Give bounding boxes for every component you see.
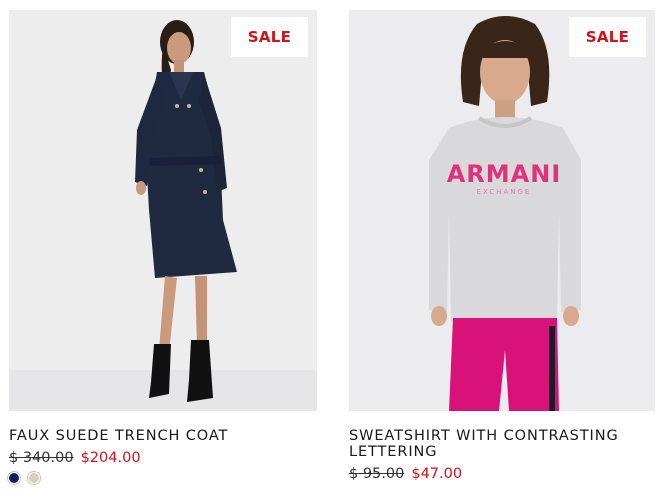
product-title[interactable]: FAUX SUEDE TRENCH COAT	[9, 428, 317, 444]
product-card-trench-coat[interactable]: SALE FAUX SUEDE TRENCH COAT $ 340.00 $204…	[9, 10, 317, 483]
trench-coat-model-illustration	[9, 10, 317, 411]
product-card-sweatshirt[interactable]: ARMANI EXCHANGE SALE SWEATSHIRT WITH CON…	[349, 10, 655, 483]
product-image-trench-coat[interactable]: SALE	[9, 10, 317, 411]
product-image-sweatshirt[interactable]: ARMANI EXCHANGE SALE	[349, 10, 655, 411]
product-price: $ 340.00 $204.00	[9, 449, 317, 467]
sale-badge: SALE	[569, 17, 646, 57]
sale-price: $47.00	[411, 466, 463, 482]
color-swatch-beige[interactable]	[29, 473, 39, 483]
sale-badge: SALE	[231, 17, 308, 57]
sweatshirt-model-illustration: ARMANI EXCHANGE	[349, 10, 655, 411]
original-price: $ 95.00	[349, 466, 405, 482]
sale-price: $204.00	[80, 450, 141, 466]
product-title[interactable]: SWEATSHIRT WITH CONTRASTING LETTERING	[349, 428, 655, 460]
sweatshirt-print-text: ARMANI	[447, 160, 562, 188]
original-price: $ 340.00	[9, 450, 74, 466]
color-swatches	[9, 473, 317, 483]
product-price: $ 95.00 $47.00	[349, 465, 655, 483]
color-swatch-navy[interactable]	[9, 473, 19, 483]
sweatshirt-print-subtext: EXCHANGE	[477, 188, 532, 196]
